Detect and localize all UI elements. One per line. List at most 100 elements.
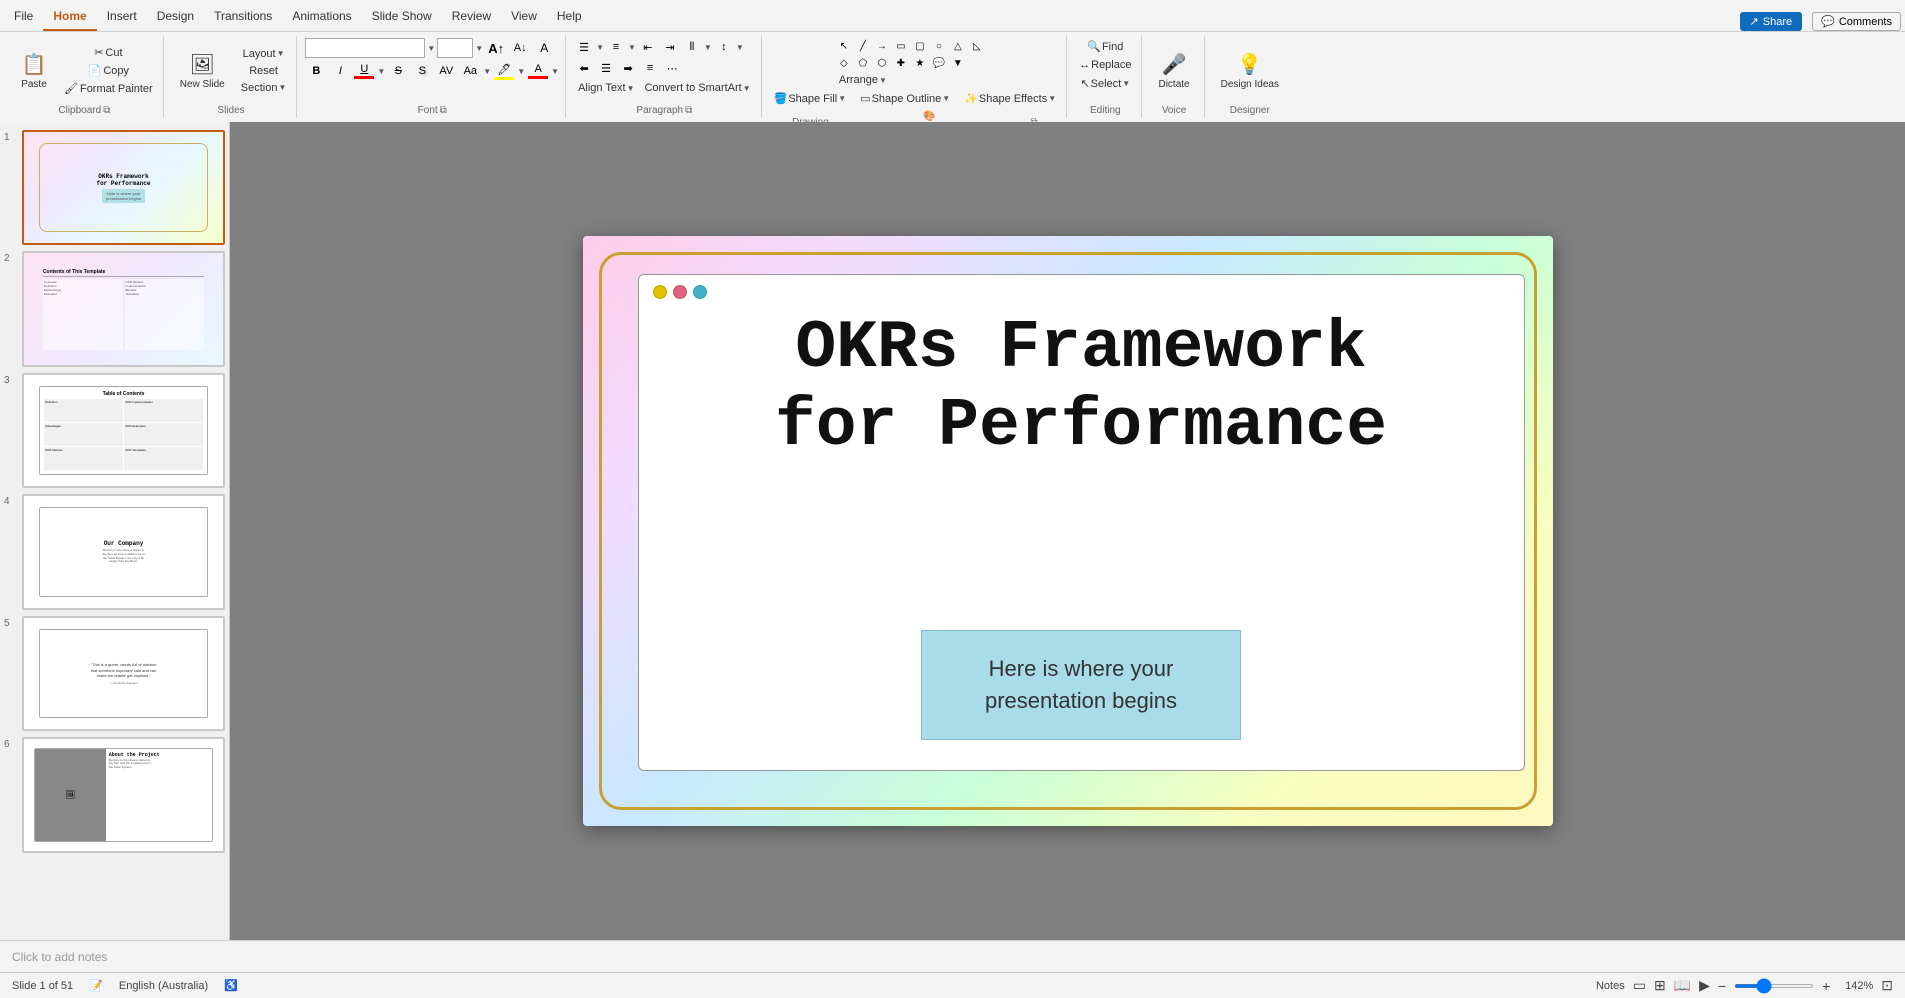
line-spacing-button[interactable]: ↕ <box>714 38 734 56</box>
slide-thumb-1[interactable]: OKRs Frameworkfor Performance Here is wh… <box>22 130 225 245</box>
diamond-tool[interactable]: ◇ <box>835 55 853 71</box>
section-button[interactable]: Section ▼ <box>237 80 291 96</box>
tab-insert[interactable]: Insert <box>97 3 147 31</box>
find-button[interactable]: 🔍 Find <box>1083 38 1127 55</box>
dictate-button[interactable]: 🎤 Dictate <box>1150 41 1197 101</box>
design-ideas-button[interactable]: 💡 Design Ideas <box>1213 41 1287 101</box>
tab-animations[interactable]: Animations <box>282 3 361 31</box>
star-tool[interactable]: ★ <box>911 55 929 71</box>
layout-button[interactable]: Layout ▼ <box>237 46 291 62</box>
format-painter-button[interactable]: 🖌 Format Painter <box>60 80 157 97</box>
notes-text[interactable]: Click to add notes <box>12 950 107 964</box>
underline-arrow[interactable]: ▼ <box>377 67 385 76</box>
slide-item-4[interactable]: 4 Our Company Mercury is the closest pla… <box>4 494 225 609</box>
callout-tool[interactable]: 💬 <box>930 55 948 71</box>
tab-home[interactable]: Home <box>43 3 96 31</box>
rounded-rect-tool[interactable]: ▢ <box>911 38 929 54</box>
canvas-area[interactable]: OKRs Framework for Performance Here is w… <box>230 122 1905 940</box>
slide-item-6[interactable]: 6 🖼 About the Project Mercury is the clo… <box>4 737 225 852</box>
share-button[interactable]: ↗ Share <box>1740 12 1803 31</box>
fit-slide-icon[interactable]: ⊡ <box>1881 977 1893 994</box>
highlight-arrow[interactable]: ▼ <box>517 67 525 76</box>
plus-tool[interactable]: ✚ <box>892 55 910 71</box>
accessibility-icon[interactable]: ♿ <box>224 979 238 992</box>
text-direction-button[interactable]: Align Text ▼ <box>574 80 638 96</box>
slide-item-3[interactable]: 3 Table of Contents Definition OKR Imple… <box>4 373 225 488</box>
notes-bar[interactable]: Click to add notes <box>0 940 1905 972</box>
shape-fill-button[interactable]: 🪣 Shape Fill ▼ <box>770 90 851 107</box>
zoom-level[interactable]: 142% <box>1838 980 1873 992</box>
font-name-input[interactable] <box>305 38 425 58</box>
increase-indent-button[interactable]: ⇥ <box>660 38 680 56</box>
triangle-tool[interactable]: △ <box>949 38 967 54</box>
copy-button[interactable]: 📄 Copy <box>60 62 157 79</box>
increase-font-button[interactable]: A↑ <box>485 38 507 58</box>
line-spacing-arrow[interactable]: ▼ <box>736 43 744 52</box>
char-spacing-button[interactable]: AV <box>435 61 457 81</box>
bullets-arrow[interactable]: ▼ <box>596 43 604 52</box>
hexagon-tool[interactable]: ⬡ <box>873 55 891 71</box>
normal-view-icon[interactable]: ▭ <box>1633 977 1646 994</box>
align-center-button[interactable]: ☰ <box>596 59 616 77</box>
slide-item-5[interactable]: 5 "This is a quote, words full of wisdom… <box>4 616 225 731</box>
paragraph-expand-icon[interactable]: ⧉ <box>685 105 692 116</box>
underline-button[interactable]: U <box>353 61 375 81</box>
zoom-out-icon[interactable]: − <box>1718 978 1726 994</box>
reset-button[interactable]: Reset <box>237 63 291 79</box>
convert-smartart-button[interactable]: Convert to SmartArt ▼ <box>640 80 754 96</box>
italic-button[interactable]: I <box>329 61 351 81</box>
tab-view[interactable]: View <box>501 3 547 31</box>
distributed-button[interactable]: ⋯ <box>662 59 682 77</box>
strikethrough-button[interactable]: S <box>387 61 409 81</box>
align-right-button[interactable]: ➡ <box>618 59 638 77</box>
arrow-tool[interactable]: → <box>873 38 891 54</box>
slide-thumb-5[interactable]: "This is a quote, words full of wisdomth… <box>22 616 225 731</box>
pentagon-tool[interactable]: ⬠ <box>854 55 872 71</box>
change-case-arrow[interactable]: ▼ <box>483 67 491 76</box>
spell-check-icon[interactable]: 📝 <box>89 979 103 992</box>
decrease-font-button[interactable]: A↓ <box>509 38 531 58</box>
font-color-button[interactable]: A <box>527 61 549 81</box>
slide-thumb-2[interactable]: Contents of This Template OverviewDefini… <box>22 251 225 366</box>
replace-button[interactable]: ↔ Replace <box>1075 57 1135 73</box>
tab-transitions[interactable]: Transitions <box>204 3 282 31</box>
font-size-arrow[interactable]: ▼ <box>475 44 483 53</box>
oval-tool[interactable]: ○ <box>930 38 948 54</box>
decrease-indent-button[interactable]: ⇤ <box>638 38 658 56</box>
font-size-input[interactable]: 40 <box>437 38 473 58</box>
clipboard-expand-icon[interactable]: ⧉ <box>103 105 110 116</box>
change-case-button[interactable]: Aa <box>459 61 481 81</box>
cut-button[interactable]: ✂ Cut <box>60 44 157 61</box>
font-name-arrow[interactable]: ▼ <box>427 44 435 53</box>
slide-item-1[interactable]: 1 OKRs Frameworkfor Performance Here is … <box>4 130 225 245</box>
highlight-button[interactable]: 🖊 <box>493 61 515 81</box>
reading-view-icon[interactable]: 📖 <box>1674 977 1691 994</box>
clear-formatting-button[interactable]: A <box>533 38 555 58</box>
more-shapes-arrow[interactable]: ▼ <box>949 55 967 71</box>
slide-sorter-icon[interactable]: ⊞ <box>1654 977 1666 994</box>
select-button[interactable]: ↖ Select ▼ <box>1076 75 1134 92</box>
new-slide-button[interactable]: 🖼 New Slide <box>172 41 233 101</box>
shape-outline-button[interactable]: ▭ Shape Outline ▼ <box>856 90 954 107</box>
bold-button[interactable]: B <box>305 61 327 81</box>
zoom-in-icon[interactable]: + <box>1822 978 1830 994</box>
columns-button[interactable]: ⫴ <box>682 38 702 56</box>
shape-effects-button[interactable]: ✨ Shape Effects ▼ <box>960 90 1060 107</box>
slideshow-icon[interactable]: ▶ <box>1699 977 1710 994</box>
bullets-button[interactable]: ☰ <box>574 38 594 56</box>
tab-design[interactable]: Design <box>147 3 204 31</box>
font-expand-icon[interactable]: ⧉ <box>440 105 447 116</box>
arrange-button[interactable]: Arrange ▼ <box>835 72 891 88</box>
right-triangle-tool[interactable]: ◺ <box>968 38 986 54</box>
slide-item-2[interactable]: 2 Contents of This Template OverviewDefi… <box>4 251 225 366</box>
line-tool[interactable]: ╱ <box>854 38 872 54</box>
font-color-arrow[interactable]: ▼ <box>551 67 559 76</box>
tab-file[interactable]: File <box>4 3 43 31</box>
slide-thumb-4[interactable]: Our Company Mercury is the closest plane… <box>22 494 225 609</box>
align-left-button[interactable]: ⬅ <box>574 59 594 77</box>
tab-help[interactable]: Help <box>547 3 592 31</box>
notes-toggle[interactable]: Notes <box>1596 980 1625 992</box>
shadow-button[interactable]: S <box>411 61 433 81</box>
tab-review[interactable]: Review <box>442 3 501 31</box>
paste-button[interactable]: 📋 Paste <box>12 41 56 101</box>
